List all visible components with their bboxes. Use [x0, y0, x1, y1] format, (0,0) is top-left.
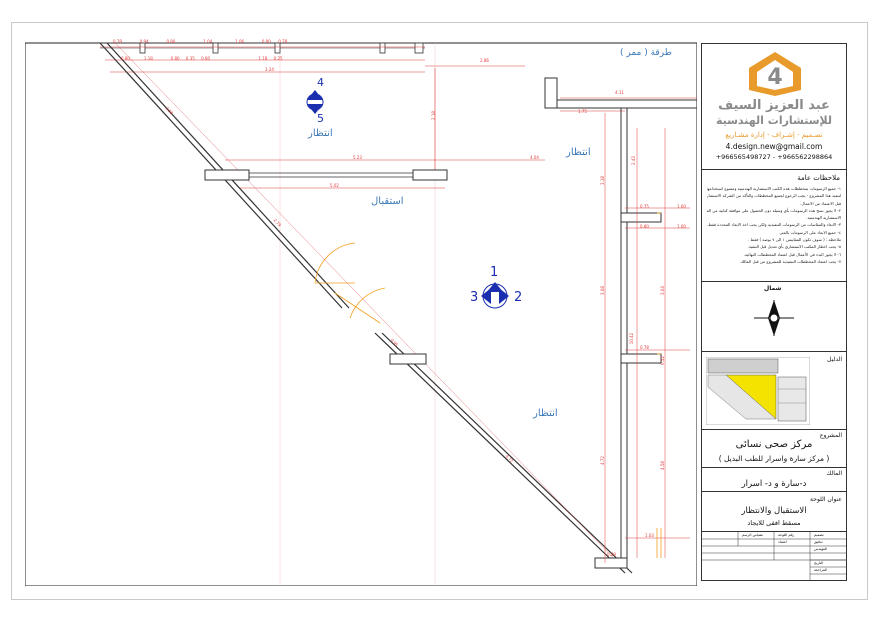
- dim-width-c: 4.11: [615, 90, 624, 95]
- marker-1: 1: [490, 265, 499, 280]
- owner-label: المالك: [826, 470, 842, 477]
- dim-top-row: 0.78 0.94 0.80 1.04 1.06 0.80 0.78: [113, 39, 288, 44]
- north-arrow-icon: [754, 300, 794, 336]
- info-table-grid: [702, 532, 846, 580]
- marker-3: 3: [470, 290, 479, 305]
- dim-width-a: 3.24: [265, 67, 274, 72]
- dim-side-c: 0.80: [640, 224, 649, 229]
- section-marker-mid: [481, 282, 509, 309]
- note-line: ٥- يجب اخطار المكتب الاستشاري بأي تعديل …: [747, 244, 841, 250]
- label-reception: استقبال: [371, 196, 404, 207]
- company-box: 4 عبد العزيز السيف للإستشارات الهندسية ت…: [702, 44, 846, 170]
- diag-wall-block: [389, 353, 427, 365]
- compass-box: شمال: [702, 282, 846, 352]
- note-line: ملاحظة : ( سوف تكون المقاييس ١ الى ٧ بوص…: [747, 237, 841, 243]
- section-marker-top: [306, 90, 324, 114]
- dim-vert-a: 2.18: [430, 111, 436, 120]
- plan-frame: [25, 42, 697, 586]
- dim-mid-b: 4.04: [530, 155, 539, 160]
- marker-2: 2: [514, 290, 523, 305]
- table-designer: تصميم: [814, 533, 824, 537]
- floor-plan[interactable]: 0.78 0.94 0.80 1.04 1.06 0.80 0.78 0.80 …: [25, 38, 697, 586]
- key-plan-diagram: [706, 357, 810, 425]
- floor-plan-drawing: [25, 42, 697, 586]
- dim-vert-f: 10.42: [629, 332, 635, 345]
- company-name: عبد العزيز السيف: [718, 98, 830, 113]
- title-block: 4 عبد العزيز السيف للإستشارات الهندسية ت…: [701, 43, 847, 581]
- note-line: ١- جميع الرسومات بمخططات هذه الكتب الاست…: [707, 186, 841, 191]
- grid-lines: [279, 43, 436, 586]
- marker-4: 4: [317, 76, 324, 89]
- note-line: قبل الاعتماد من الاعمال.: [800, 200, 841, 206]
- top-wall-strip: [100, 42, 425, 54]
- owner-name: د-سارة و د- اسرار: [741, 479, 807, 489]
- note-line: ٣- الابعاد والمقاسات من الرسومات التنفيذ…: [707, 222, 841, 228]
- note-line: الاستشارية الهندسية.: [806, 215, 841, 221]
- table-engineer: المهندس: [814, 547, 828, 551]
- info-table: تصميم رقم اللوحة مقياس الرسم تدقيق اعتما…: [702, 532, 846, 580]
- label-corridor: طرقة ( ممر ): [620, 48, 672, 58]
- dim-vert-b: 2.43: [630, 156, 636, 165]
- notes-list: ١- جميع الرسومات بمخططات هذه الكتب الاست…: [707, 185, 841, 265]
- note-line: ٢- لا يجوز نسخ هذه الرسومات بأي وسيلة دو…: [707, 207, 841, 213]
- sheet-subtitle: مسقط افقى للايجاد: [747, 519, 801, 527]
- table-approved: اعتماد: [778, 540, 788, 544]
- dim-bottom-b: 0.29: [607, 552, 616, 557]
- company-email[interactable]: 4.design.new@gmail.com: [710, 142, 838, 151]
- label-waiting-mid: انتظار: [566, 147, 591, 158]
- dim-bottom-a: 1.03: [645, 533, 654, 538]
- note-line: ٧- يجب اعتماد المخططات التنفيذية للمشروع…: [739, 258, 841, 264]
- right-wall: [594, 108, 690, 569]
- company-phones: +966565498727 - +966562298864: [715, 153, 833, 161]
- table-revision: المراجعة: [814, 568, 828, 572]
- project-name: مركز صحى نسائى: [735, 439, 813, 450]
- dim-width-d: 1.75: [578, 109, 587, 114]
- dim-width-b: 2.86: [480, 58, 489, 63]
- note-line: ٦- لا يجوز البدء في الأعمال قبل اعتماد ا…: [743, 251, 841, 257]
- dim-vert-c: 3.18: [599, 176, 605, 185]
- dim-side-b: 1.00: [677, 204, 686, 209]
- notes-box: ملاحظات عامة ١- جميع الرسومات بمخططات هذ…: [702, 170, 846, 282]
- doors: [314, 212, 662, 558]
- project-box: المشروع مركز صحى نسائى ( مركز سارة واسرا…: [702, 430, 846, 468]
- guide-box: الدليل: [702, 352, 846, 430]
- dim-side-a: 0.75: [640, 204, 649, 209]
- diagonal-wall: [99, 42, 633, 574]
- dim-vert-e: 3.04: [659, 286, 665, 295]
- company-services: تصـميم - إشـراف - إدارة مشـاريع: [725, 131, 823, 139]
- label-waiting-top: انتظار: [308, 128, 333, 139]
- dim-vert-h: 4.72: [599, 456, 605, 465]
- svg-text:4: 4: [767, 65, 782, 90]
- dim-mid-c: 5.02: [330, 183, 339, 188]
- notes-title: ملاحظات عامة: [797, 174, 840, 182]
- note-line: لتنفيذ هذا المشروع - يجب الرجوع لجميع ال…: [707, 193, 841, 199]
- guide-label: الدليل: [827, 356, 842, 363]
- company-logo-icon: 4: [749, 52, 801, 96]
- compass-label: شمال: [764, 285, 782, 292]
- label-waiting-bottom: انتظار: [533, 408, 558, 419]
- table-scale: مقياس الرسم: [742, 533, 763, 537]
- table-date: التاريخ: [814, 561, 824, 565]
- dim-second-row: 0.80 1.18 0.80 0.35 0.80 1.18 0.25: [121, 56, 283, 61]
- sheet-title-box: عنوان اللوحة الاستقبال والانتظار مسقط اف…: [702, 492, 846, 532]
- reception-partition: [204, 159, 545, 189]
- project-label: المشروع: [819, 432, 842, 439]
- dim-side-e: 0.78: [640, 345, 649, 350]
- top-dimension-lines: [100, 46, 697, 173]
- sheet-title: الاستقبال والانتظار: [741, 506, 807, 516]
- marker-5: 5: [317, 112, 324, 125]
- dim-mid-a: 5.23: [353, 155, 362, 160]
- company-subtitle: للإستشارات الهندسية: [715, 114, 833, 127]
- dim-vert-d: 3.08: [599, 286, 605, 295]
- sheet-title-label: عنوان اللوحة: [810, 496, 842, 503]
- table-drawing-no: رقم اللوحة: [778, 533, 795, 537]
- table-checked: تدقيق: [814, 540, 823, 544]
- dim-side-d: 1.00: [677, 224, 686, 229]
- owner-box: المالك د-سارة و د- اسرار: [702, 468, 846, 492]
- note-line: ٤- جميع الابعاد على الرسومات بالمتر.: [778, 229, 841, 235]
- project-sub: ( مركز سارة واسرار للطب البديل ): [718, 454, 830, 463]
- dim-vert-g: 0.52: [659, 356, 665, 365]
- dim-vert-i: 4.58: [659, 461, 665, 470]
